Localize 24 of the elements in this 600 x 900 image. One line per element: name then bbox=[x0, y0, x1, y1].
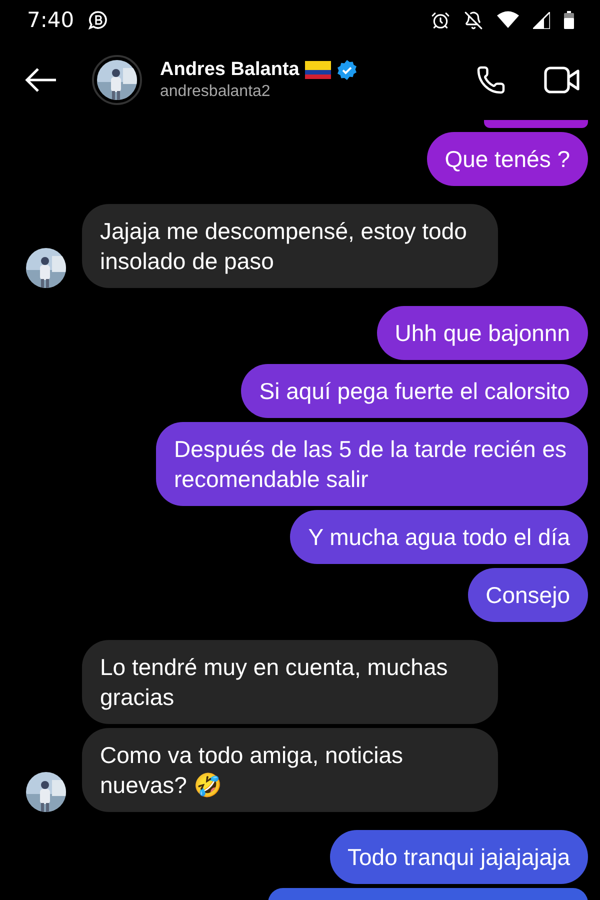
message-bubble: Todo tranqui jajajajaja bbox=[330, 830, 588, 884]
contact-username: andresbalanta2 bbox=[160, 83, 272, 101]
message-bubble: Consejo bbox=[468, 568, 588, 622]
message-bubble: Uhh que bajonnn bbox=[376, 306, 588, 360]
message-bubble: Lo tendré muy en cuenta, muchas gracias bbox=[82, 640, 498, 724]
call-button[interactable] bbox=[476, 65, 506, 95]
message-bubble: Y mucha agua todo el día bbox=[290, 510, 588, 564]
profile-avatar[interactable] bbox=[92, 55, 142, 105]
message-bubble: Como va todo amiga, noticias nuevas? 🤣 bbox=[82, 728, 498, 812]
status-time: 7:40 bbox=[27, 8, 74, 32]
chat-app-icon bbox=[88, 10, 108, 30]
back-button[interactable] bbox=[24, 67, 58, 93]
message-bubble: Que tenés ? bbox=[426, 132, 588, 186]
message-bubble: Después de las 5 de la tarde recién es recomendable salir bbox=[156, 422, 588, 506]
message-bubble: Si aquí pega fuerte el calorsito bbox=[241, 364, 588, 418]
alarm-icon bbox=[431, 10, 450, 30]
video-call-button[interactable] bbox=[544, 66, 580, 94]
signal-icon bbox=[533, 12, 550, 28]
bell-off-icon bbox=[464, 10, 483, 30]
flag-icon bbox=[305, 61, 332, 79]
contact-name: Andres Balanta bbox=[160, 59, 300, 81]
wifi-icon bbox=[497, 11, 519, 29]
battery-icon bbox=[564, 11, 574, 29]
message-bubble: Jajaja me descompensé, estoy todo insolado de paso bbox=[82, 204, 498, 288]
